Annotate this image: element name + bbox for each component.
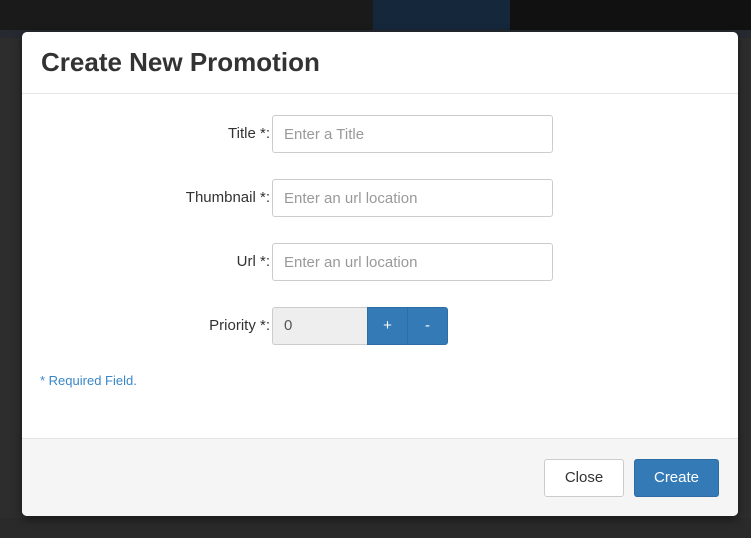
priority-row: Priority *: 0 + -	[22, 307, 738, 345]
background-navbar-active-tab	[373, 0, 510, 30]
title-row: Title *:	[22, 115, 738, 153]
thumbnail-input[interactable]	[272, 179, 553, 217]
required-field-note: * Required Field.	[40, 373, 137, 388]
url-input[interactable]	[272, 243, 553, 281]
modal-title: Create New Promotion	[41, 47, 320, 77]
create-promotion-modal: Create New Promotion Title *: Thumbnail …	[22, 32, 738, 516]
close-button[interactable]: Close	[544, 459, 624, 497]
thumbnail-row: Thumbnail *:	[22, 179, 738, 217]
thumbnail-label: Thumbnail *:	[185, 189, 270, 206]
title-input[interactable]	[272, 115, 553, 153]
priority-increment-button[interactable]: +	[367, 307, 408, 345]
priority-label: Priority *:	[209, 317, 270, 334]
url-label: Url *:	[236, 253, 270, 270]
modal-header: Create New Promotion	[22, 32, 738, 94]
priority-decrement-button[interactable]: -	[407, 307, 448, 345]
background-navbar-left	[0, 0, 373, 30]
modal-footer: Close Create	[22, 438, 738, 516]
title-label: Title *:	[228, 125, 270, 142]
modal-body: Title *: Thumbnail *: Url *: Priority *:…	[22, 94, 738, 438]
priority-value-field[interactable]: 0	[272, 307, 367, 345]
background-overlay	[0, 518, 751, 538]
url-row: Url *:	[22, 243, 738, 281]
create-button[interactable]: Create	[634, 459, 719, 497]
